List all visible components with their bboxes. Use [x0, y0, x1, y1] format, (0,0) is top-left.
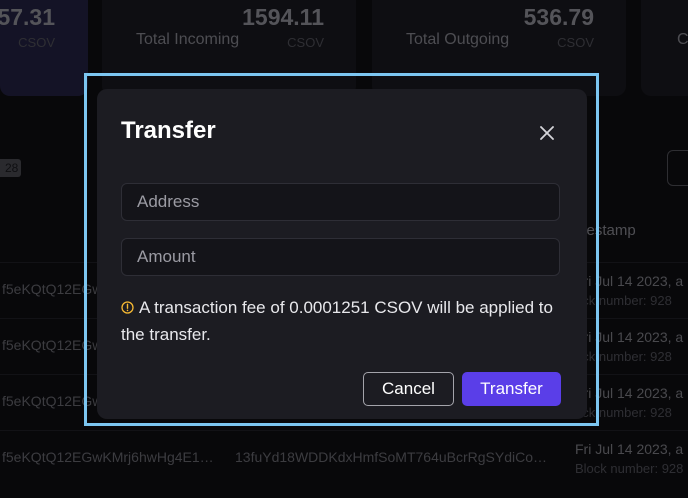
amount-input[interactable] [121, 238, 560, 276]
cancel-button[interactable]: Cancel [363, 372, 454, 406]
close-button[interactable] [535, 121, 559, 145]
transfer-submit-button[interactable]: Transfer [462, 372, 561, 406]
dialog-title: Transfer [121, 117, 216, 144]
wallet-page: 57.31 CSOV 1594.11 CSOV Total Incoming 5… [0, 0, 688, 498]
close-icon [540, 126, 554, 140]
transfer-dialog: Transfer A transaction fee of 0.0001251 … [97, 89, 587, 419]
warning-circle-icon [121, 296, 134, 322]
fee-notice: A transaction fee of 0.0001251 CSOV will… [121, 295, 561, 348]
fee-notice-text: A transaction fee of 0.0001251 CSOV will… [121, 298, 553, 344]
address-input[interactable] [121, 183, 560, 221]
